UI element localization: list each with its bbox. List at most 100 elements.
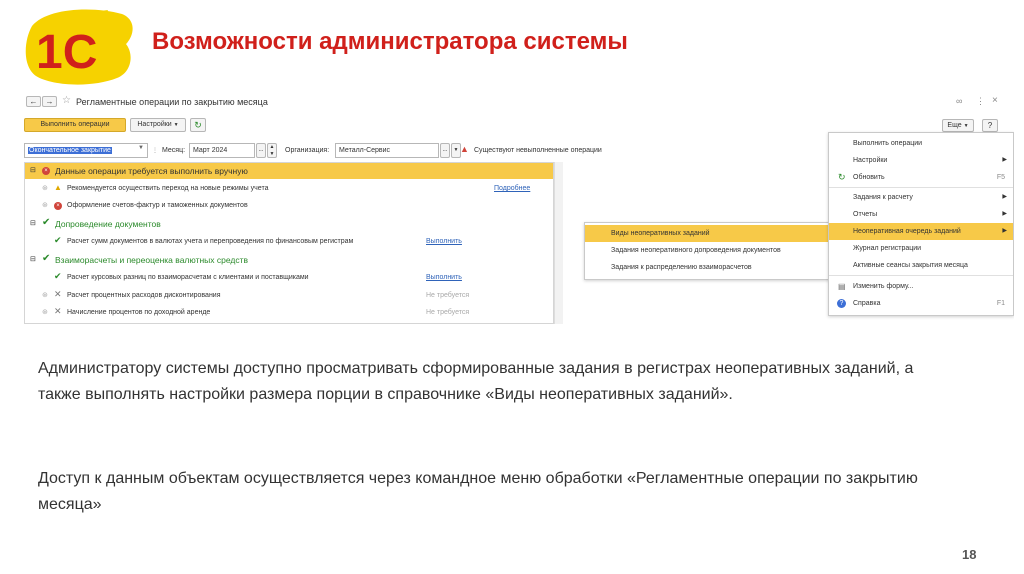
menu-item-active-sessions[interactable]: Активные сеансы закрытия месяца (829, 257, 1013, 274)
menu-item-label: Журнал регистрации (853, 245, 922, 252)
slide-title: Возможности администратора системы (152, 28, 628, 55)
menu-item-jobs-to-calc[interactable]: Задания к расчету ▶ (829, 189, 1013, 206)
menu-item-log[interactable]: Журнал регистрации (829, 240, 1013, 257)
run-link[interactable]: Выполнить (426, 274, 462, 281)
svg-text:1С: 1С (36, 26, 97, 79)
1c-logo: 1С (25, 9, 133, 85)
menu-item-label: Неоперативная очередь заданий (853, 228, 961, 235)
menu-separator (829, 275, 1013, 276)
collapse-icon[interactable]: ⊟ (30, 219, 36, 227)
forward-button[interactable]: → (42, 96, 57, 107)
menu-item-label: Справка (853, 300, 881, 307)
dropdown-arrow-icon: ▼ (173, 122, 179, 128)
tree-row-label: Расчет процентных расходов дисконтирован… (67, 292, 221, 299)
check-icon: ✔ (42, 253, 51, 264)
organization-label: Организация: (285, 147, 330, 154)
bullet-icon: ⊛ (42, 309, 48, 316)
star-icon[interactable]: ☆ (62, 95, 71, 106)
submenu-item-label: Задания неоперативного допроведения доку… (611, 247, 781, 254)
menu-item-change-form[interactable]: ▤ Изменить форму... (829, 278, 1013, 295)
cross-icon: ✕ (54, 306, 62, 316)
run-link[interactable]: Выполнить (426, 238, 462, 245)
error-icon: × (54, 202, 62, 210)
menu-item-job-queue[interactable]: Неоперативная очередь заданий ▶ (829, 223, 1013, 240)
collapse-icon[interactable]: ⊟ (30, 255, 36, 263)
menu-item-label: Отчеты (853, 211, 878, 218)
more-button[interactable]: Еще ▼ (942, 119, 974, 132)
check-icon: ✔ (54, 271, 62, 281)
month-label: Месяц: (162, 147, 186, 154)
paragraph-access-path: Доступ к данным объектам осуществляется … (38, 470, 918, 513)
more-vert-icon[interactable]: ⋮ (976, 96, 985, 107)
more-menu-panel: Выполнить операции Настройки ▶ ↻ Обновить F… (828, 132, 1014, 316)
month-picker-button[interactable]: ... (256, 143, 266, 158)
app-window: ← → ☆ Регламентные операции по закрытию … (24, 92, 1014, 324)
settings-label: Настройки (137, 121, 172, 128)
shortcut-label: F5 (996, 174, 1005, 181)
collapse-icon[interactable]: ⊟ (30, 166, 36, 174)
warning-icon: ▲ (54, 183, 62, 192)
tree-row-label: Рекомендуется осуществить переход на нов… (67, 185, 269, 192)
refresh-button[interactable]: ↻ (190, 118, 206, 132)
form-icon: ▤ (838, 282, 846, 291)
month-stepper[interactable]: ▲ ▼ (267, 143, 277, 158)
cross-icon: ✕ (54, 289, 62, 299)
back-button[interactable]: ← (26, 96, 41, 107)
dropdown-arrow-icon: ▼ (963, 123, 969, 129)
tree-row-label: Взаиморасчеты и переоценка валютных сред… (55, 255, 249, 265)
bullet-icon: ⊛ (42, 185, 48, 192)
menu-item-label: Настройки (853, 157, 888, 164)
submenu-item-job-types[interactable]: Виды неоперативных заданий (585, 225, 830, 242)
tree-row-label: Данные операции требуется выполнить вруч… (55, 166, 248, 176)
dropdown-arrow-icon[interactable]: ▼ (138, 145, 144, 151)
close-icon[interactable]: × (992, 95, 998, 106)
not-needed-label: Не требуется (426, 292, 470, 299)
tree-row-label: Допроведение документов (55, 219, 161, 229)
help-icon: ? (837, 299, 846, 308)
bullet-icon: ⊛ (42, 292, 48, 299)
refresh-icon: ↻ (194, 120, 202, 130)
menu-item-label: Задания к расчету (853, 194, 913, 201)
submenu-item-label: Виды неоперативных заданий (611, 230, 710, 237)
submenu-item-reposting-jobs[interactable]: Задания неоперативного допроведения доку… (585, 242, 830, 259)
menu-separator (829, 187, 1013, 188)
month-field[interactable]: Март 2024 (189, 143, 255, 158)
check-icon: ✔ (42, 217, 51, 228)
organization-field[interactable]: Металл-Сервис (335, 143, 439, 158)
mode-value: Окончательное закрытие (28, 147, 112, 154)
menu-item-label: Изменить форму... (853, 283, 914, 290)
submenu-panel: Виды неоперативных заданий Задания неопе… (584, 222, 831, 280)
tree-row-label: Расчет сумм документов в валютах учета и… (67, 238, 354, 245)
chevron-right-icon: ▶ (1002, 157, 1007, 163)
organization-picker-button[interactable]: ... (440, 143, 450, 158)
menu-item-label: Обновить (853, 174, 885, 181)
menu-item-run[interactable]: Выполнить операции (829, 135, 1013, 152)
tree-row-label: Начисление процентов по доходной аренде (67, 309, 211, 316)
more-label: Еще (947, 122, 962, 129)
warning-icon: ▲ (460, 144, 469, 154)
menu-item-settings[interactable]: Настройки ▶ (829, 152, 1013, 169)
run-operations-button[interactable]: Выполнить операции (24, 118, 126, 132)
details-link[interactable]: Подробнее (494, 185, 530, 192)
submenu-item-settlement-jobs[interactable]: Задания к распределению взаиморасчетов (585, 259, 830, 276)
menu-item-label: Активные сеансы закрытия месяца (853, 262, 968, 269)
chevron-right-icon: ▶ (1002, 211, 1007, 217)
shortcut-label: F1 (996, 300, 1005, 307)
warning-text: Существуют невыполненные операции (474, 147, 602, 154)
refresh-icon: ↻ (838, 172, 846, 182)
run-operations-label: Выполнить операции (40, 121, 110, 128)
menu-item-label: Выполнить операции (853, 140, 923, 147)
bullet-icon: ⊛ (42, 202, 48, 209)
menu-item-reports[interactable]: Отчеты ▶ (829, 206, 1013, 223)
help-button[interactable]: ? (982, 119, 998, 132)
chevron-right-icon: ▶ (1002, 194, 1007, 200)
link-icon[interactable]: ∞ (956, 96, 962, 106)
submenu-item-label: Задания к распределению взаиморасчетов (611, 264, 752, 271)
menu-item-refresh[interactable]: ↻ Обновить F5 (829, 169, 1013, 186)
menu-item-help[interactable]: ? Справка F1 (829, 295, 1013, 312)
settings-button[interactable]: Настройки ▼ (130, 118, 186, 132)
tree-scrollbar[interactable] (554, 162, 563, 324)
mode-select[interactable]: Окончательное закрытие (24, 143, 148, 158)
check-icon: ✔ (54, 235, 62, 245)
page-number: 18 (962, 547, 977, 562)
